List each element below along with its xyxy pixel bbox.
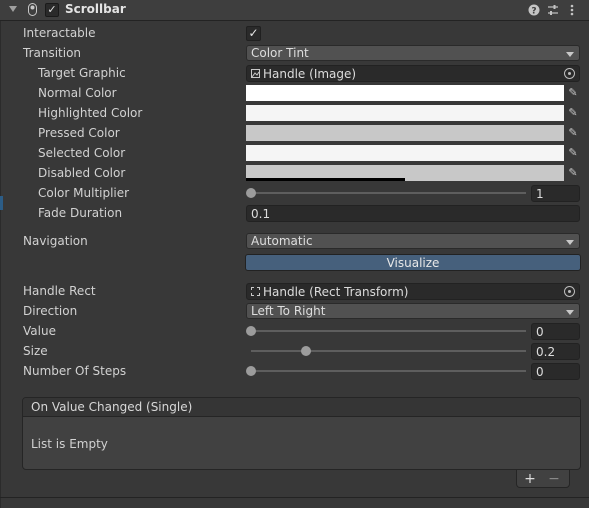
eyedropper-icon[interactable]: ✎ xyxy=(566,85,580,101)
object-picker-icon[interactable] xyxy=(564,286,575,297)
add-event-button[interactable]: + xyxy=(520,471,540,487)
selected-color-label: Selected Color xyxy=(38,146,126,160)
interactable-checkbox[interactable]: ✓ xyxy=(246,26,261,41)
navigation-dropdown[interactable]: Automatic xyxy=(246,233,580,249)
disabled-color-label: Disabled Color xyxy=(38,166,126,180)
disabled-color-swatch[interactable] xyxy=(246,165,564,181)
steps-slider-thumb[interactable] xyxy=(246,366,256,376)
handle-rect-field[interactable]: Handle (Rect Transform) xyxy=(246,283,580,300)
selected-color-swatch[interactable] xyxy=(246,145,564,161)
color-multiplier-slider-track[interactable] xyxy=(251,192,526,194)
alpha-bar xyxy=(246,178,405,181)
color-multiplier-slider-thumb[interactable] xyxy=(246,188,256,198)
steps-slider-track[interactable] xyxy=(251,370,526,372)
size-slider-thumb[interactable] xyxy=(301,346,311,356)
image-icon xyxy=(251,69,260,78)
direction-dropdown[interactable]: Left To Right xyxy=(246,303,580,319)
value-slider-thumb[interactable] xyxy=(246,326,256,336)
object-picker-icon[interactable] xyxy=(564,68,575,79)
number-of-steps-label: Number Of Steps xyxy=(23,364,127,378)
panel-left-edge xyxy=(0,0,1,508)
size-slider-track[interactable] xyxy=(251,350,526,352)
navigation-value: Automatic xyxy=(251,234,313,248)
fade-duration-input[interactable]: 0.1 xyxy=(246,205,580,222)
scrollbar-component-icon xyxy=(28,3,37,16)
target-graphic-field[interactable]: Handle (Image) xyxy=(246,65,580,82)
handle-rect-value: Handle (Rect Transform) xyxy=(263,285,409,299)
pressed-color-label: Pressed Color xyxy=(38,126,120,140)
component-title: Scrollbar xyxy=(65,2,126,16)
value-slider-track[interactable] xyxy=(251,330,526,332)
value-input[interactable]: 0 xyxy=(531,323,580,340)
transition-label: Transition xyxy=(23,46,82,60)
navigation-label: Navigation xyxy=(23,234,88,248)
fade-duration-label: Fade Duration xyxy=(38,206,123,220)
preset-icon[interactable] xyxy=(546,3,560,17)
chevron-down-icon xyxy=(566,240,574,245)
event-title: On Value Changed (Single) xyxy=(31,400,193,414)
visualize-button[interactable]: Visualize xyxy=(245,254,581,271)
eyedropper-icon[interactable]: ✎ xyxy=(566,145,580,161)
component-enabled-checkbox[interactable]: ✓ xyxy=(45,3,59,17)
direction-value: Left To Right xyxy=(251,304,326,318)
highlighted-color-swatch[interactable] xyxy=(246,105,564,121)
target-graphic-label: Target Graphic xyxy=(38,66,126,80)
pressed-color-swatch[interactable] xyxy=(246,125,564,141)
color-multiplier-label: Color Multiplier xyxy=(38,186,130,200)
target-graphic-value: Handle (Image) xyxy=(263,67,357,81)
direction-label: Direction xyxy=(23,304,78,318)
rect-transform-icon xyxy=(251,287,260,296)
highlighted-color-label: Highlighted Color xyxy=(38,106,143,120)
selection-marker xyxy=(0,196,3,210)
chevron-down-icon xyxy=(566,52,574,57)
eyedropper-icon[interactable]: ✎ xyxy=(566,125,580,141)
eyedropper-icon[interactable]: ✎ xyxy=(566,165,580,181)
normal-color-label: Normal Color xyxy=(38,86,117,100)
size-input[interactable]: 0.2 xyxy=(531,343,580,360)
foldout-arrow-icon[interactable] xyxy=(9,6,17,12)
remove-event-button[interactable]: − xyxy=(544,471,564,487)
more-icon[interactable] xyxy=(565,3,579,17)
eyedropper-icon[interactable]: ✎ xyxy=(566,105,580,121)
event-empty-text: List is Empty xyxy=(31,437,108,451)
interactable-label: Interactable xyxy=(23,26,96,40)
svg-text:?: ? xyxy=(531,7,536,17)
transition-value: Color Tint xyxy=(251,46,309,60)
chevron-down-icon xyxy=(566,310,574,315)
color-multiplier-input[interactable]: 1 xyxy=(531,185,580,202)
size-label: Size xyxy=(23,344,48,358)
steps-input[interactable]: 0 xyxy=(531,363,580,380)
normal-color-swatch[interactable] xyxy=(246,85,564,101)
handle-rect-label: Handle Rect xyxy=(23,284,96,298)
value-label: Value xyxy=(23,324,56,338)
divider xyxy=(0,497,589,498)
transition-dropdown[interactable]: Color Tint xyxy=(246,45,580,61)
help-icon[interactable]: ? xyxy=(527,3,541,17)
